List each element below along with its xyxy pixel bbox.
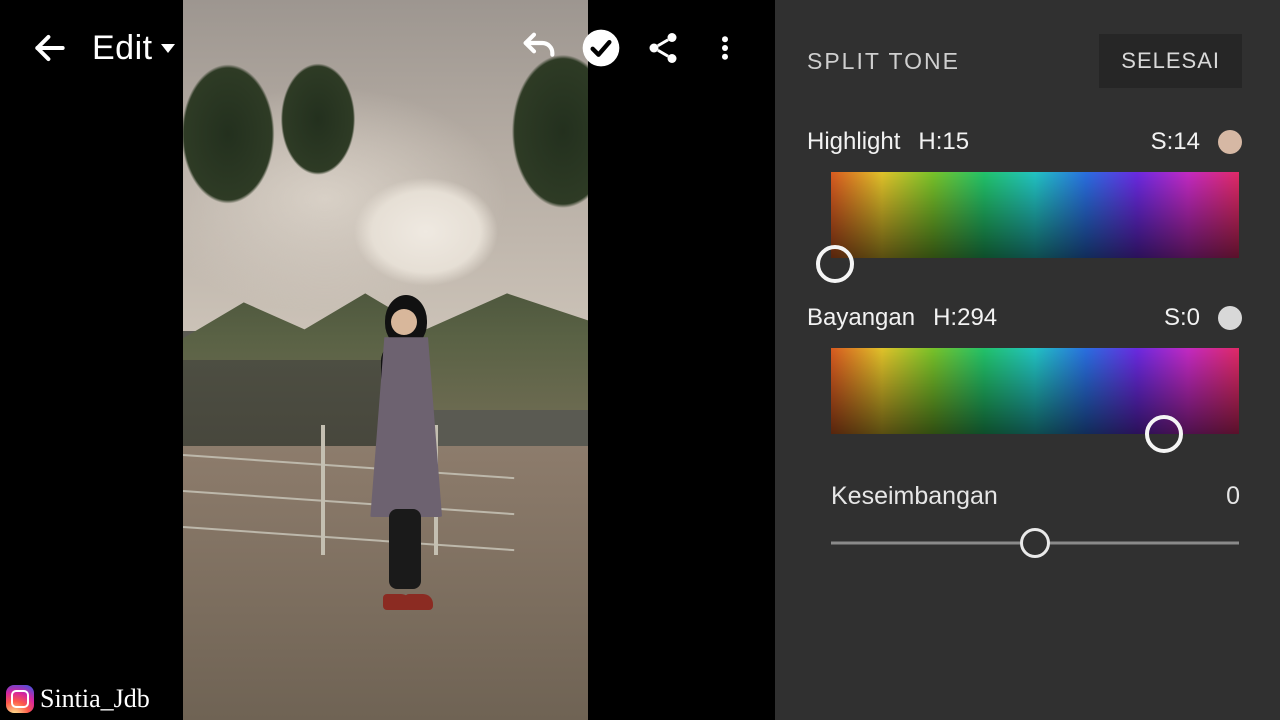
mode-title-text: Edit	[92, 29, 153, 68]
highlight-label: Highlight	[807, 128, 900, 156]
highlight-readout: Highlight H:15 S:14	[807, 128, 1242, 156]
balance-label: Keseimbangan	[831, 482, 998, 511]
shadow-sat-value: S:0	[1164, 304, 1200, 332]
shadow-color-picker[interactable]	[831, 348, 1239, 434]
shadow-hue-value: H:294	[933, 304, 997, 332]
highlight-swatch	[1218, 130, 1242, 154]
done-button[interactable]: SELESAI	[1099, 34, 1242, 88]
chevron-down-icon	[161, 44, 175, 53]
balance-row: Keseimbangan 0	[831, 482, 1242, 511]
split-tone-panel: SPLIT TONE SELESAI Highlight H:15 S:14 B…	[775, 0, 1280, 720]
accept-button[interactable]	[573, 20, 629, 76]
instagram-icon	[6, 685, 34, 713]
mode-title[interactable]: Edit	[92, 29, 175, 68]
panel-title: SPLIT TONE	[807, 48, 960, 75]
balance-slider[interactable]	[831, 525, 1239, 561]
editor-viewport: Edit Sintia_Jdb	[0, 0, 775, 720]
shadow-readout: Bayangan H:294 S:0	[807, 304, 1242, 332]
shadow-picker-thumb[interactable]	[1145, 415, 1183, 453]
back-button[interactable]	[22, 20, 78, 76]
share-button[interactable]	[635, 20, 691, 76]
shadow-label: Bayangan	[807, 304, 915, 332]
overflow-button[interactable]	[697, 20, 753, 76]
highlight-picker-thumb[interactable]	[816, 245, 854, 283]
shadow-swatch	[1218, 306, 1242, 330]
watermark: Sintia_Jdb	[6, 684, 150, 714]
highlight-color-picker[interactable]	[831, 172, 1239, 258]
balance-slider-thumb[interactable]	[1020, 528, 1050, 558]
watermark-text: Sintia_Jdb	[40, 684, 150, 714]
undo-button[interactable]	[511, 20, 567, 76]
photo-preview[interactable]	[183, 0, 588, 720]
highlight-sat-value: S:14	[1151, 128, 1200, 156]
editor-topbar: Edit	[0, 0, 775, 96]
highlight-hue-value: H:15	[918, 128, 969, 156]
balance-value: 0	[1226, 482, 1242, 511]
